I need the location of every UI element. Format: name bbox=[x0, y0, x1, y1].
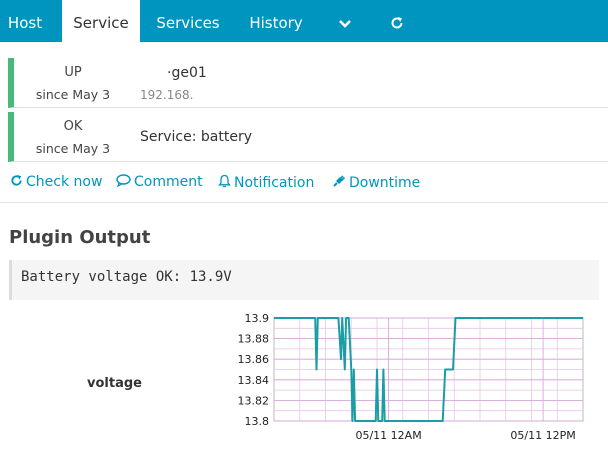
host-name: ·ge01 bbox=[167, 65, 207, 81]
voltage-chart: 13.9 13.88 13.86 13.84 13.82 13.8 05/11 12AM 05… bbox=[238, 312, 584, 442]
check-now-label: Check now bbox=[26, 174, 103, 190]
refresh-icon bbox=[11, 174, 22, 186]
downtime-label: Downtime bbox=[349, 175, 421, 191]
comment-label: Comment bbox=[134, 174, 203, 190]
service-state: OK bbox=[63, 119, 83, 134]
y-tick-label: 13.9 bbox=[245, 312, 270, 325]
check-now-link[interactable]: Check now bbox=[10, 174, 102, 190]
x-tick-label: 05/11 12AM bbox=[355, 429, 421, 442]
tab-service[interactable]: Service bbox=[62, 0, 140, 42]
plugin-output-box: Battery voltage OK: 13.9V bbox=[9, 260, 599, 300]
plug-icon bbox=[333, 175, 346, 187]
y-tick-label: 13.82 bbox=[238, 394, 270, 407]
y-tick-label: 13.84 bbox=[238, 374, 270, 387]
tab-refresh[interactable] bbox=[378, 0, 416, 42]
plugin-output-text: Battery voltage OK: 13.9V bbox=[21, 269, 232, 285]
bell-icon bbox=[218, 174, 231, 188]
y-tick-label: 13.8 bbox=[245, 415, 270, 428]
downtime-link[interactable]: Downtime bbox=[332, 174, 420, 191]
tab-host[interactable]: Host bbox=[0, 0, 50, 42]
host-state: UP bbox=[64, 65, 82, 80]
tab-bar: Host Service Services History bbox=[0, 0, 608, 42]
refresh-icon bbox=[391, 17, 403, 29]
tab-more[interactable] bbox=[326, 0, 364, 42]
comment-link[interactable]: Comment bbox=[116, 174, 203, 190]
notification-link[interactable]: Notification bbox=[218, 174, 314, 191]
y-tick-label: 13.86 bbox=[238, 353, 270, 366]
notification-label: Notification bbox=[234, 175, 315, 191]
service-name: Service: battery bbox=[140, 129, 253, 145]
tab-history[interactable]: History bbox=[238, 0, 314, 42]
action-bar: Check now Comment Notification Downtime bbox=[0, 174, 608, 198]
host-state-row[interactable]: UP since May 3 ·ge01 192.168. bbox=[8, 58, 608, 108]
chevron-down-icon bbox=[339, 20, 351, 28]
host-address: 192.168. bbox=[140, 88, 194, 102]
perfdata-label: voltage bbox=[87, 376, 142, 391]
plugin-output-title: Plugin Output bbox=[9, 227, 151, 248]
service-state-row[interactable]: OK since May 3 Service: battery bbox=[8, 112, 608, 162]
y-tick-label: 13.88 bbox=[238, 333, 270, 346]
host-state-since: since May 3 bbox=[35, 87, 111, 102]
comment-icon bbox=[116, 174, 131, 187]
tab-services[interactable]: Services bbox=[150, 0, 226, 42]
x-tick-label: 05/11 12PM bbox=[510, 429, 575, 442]
service-state-since: since May 3 bbox=[35, 141, 111, 156]
divider bbox=[0, 202, 608, 203]
